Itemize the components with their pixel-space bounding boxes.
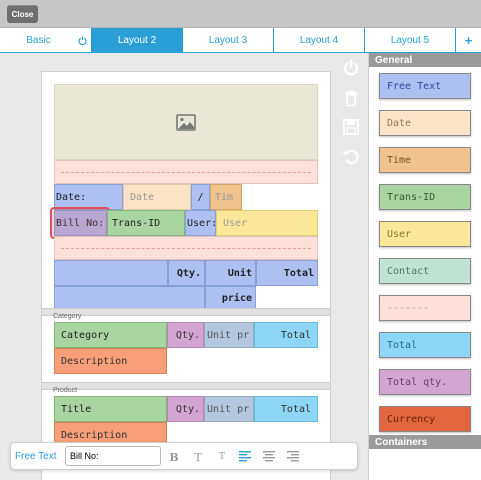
price-header[interactable]: price [205,286,256,310]
category-section-label: Category [53,313,82,320]
product-title-field[interactable]: Title [54,396,167,422]
palette-item-user[interactable]: User [379,221,471,247]
divider-line-field[interactable] [54,160,318,184]
field-type-label: Free Text [15,451,57,462]
tab-label: Basic [26,34,51,46]
close-button[interactable]: Close [7,5,38,23]
palette-item-total[interactable]: Total [379,332,471,358]
trans-id-field[interactable]: Trans-ID [107,210,185,236]
undo-icon[interactable] [342,147,360,165]
palette-item-trans-id[interactable]: Trans-ID [379,184,471,210]
align-right-icon[interactable] [287,450,299,462]
power-icon[interactable] [342,59,360,77]
product-qty-field[interactable]: Qty. [167,396,204,422]
align-center-icon[interactable] [263,450,275,462]
product-section-label: Product [53,387,78,394]
tab-label: Layout 2 [117,34,157,46]
section-separator [42,382,330,390]
logo-image-placeholder[interactable] [54,84,318,160]
palette-item-contact[interactable]: Contact [379,258,471,284]
field-palette-panel: General Free Text Date Time Trans-ID Use… [368,53,481,480]
containers-section-header: Containers [369,435,481,449]
section-separator [42,308,330,316]
add-layout-button[interactable]: + [456,28,481,52]
small-text-button[interactable]: T [215,450,229,464]
align-left-icon[interactable] [239,450,251,462]
text-format-toolbar: Free Text B T T [10,442,358,470]
palette-item-total-qty[interactable]: Total qty. [379,369,471,395]
qty-header[interactable]: Qty. [168,260,205,286]
date-field[interactable]: Date [123,184,191,210]
tab-layout-4[interactable]: Layout 4 [274,28,365,52]
time-field[interactable]: Tim [210,184,242,210]
category-unit-price-field[interactable]: Unit pr [204,322,254,348]
category-name-field[interactable]: Category [54,322,167,348]
category-qty-field[interactable]: Qty. [167,322,204,348]
bold-button[interactable]: B [167,450,181,464]
product-unit-price-field[interactable]: Unit pr [204,396,254,422]
product-total-field[interactable]: Total [254,396,318,422]
field-text-input[interactable] [65,446,161,466]
category-description-field[interactable]: Description [54,348,167,374]
dashed-line [61,171,311,173]
items-header-blank[interactable] [54,260,168,286]
tab-label: Layout 5 [390,34,430,46]
user-label[interactable]: User: [185,210,216,236]
items-header-blank[interactable] [54,286,205,310]
image-icon [176,113,196,131]
tab-basic[interactable]: Basic [0,28,92,52]
total-header[interactable]: Total [256,260,318,286]
palette-item-currency[interactable]: Currency [379,406,471,432]
palette-item-divider[interactable]: ------- [379,295,471,321]
power-icon [78,36,87,45]
palette-item-time[interactable]: Time [379,147,471,173]
palette-item-date[interactable]: Date [379,110,471,136]
tab-layout-2[interactable]: Layout 2 [92,28,183,52]
general-section-header: General [369,53,481,67]
tab-layout-3[interactable]: Layout 3 [183,28,274,52]
dashed-line [61,247,311,249]
tab-label: Layout 4 [299,34,339,46]
tab-layout-5[interactable]: Layout 5 [365,28,456,52]
receipt-canvas: Date: Date / Tim Bill No: Trans-ID User:… [41,71,331,480]
selection-highlight [50,207,110,239]
unit-header[interactable]: Unit [205,260,256,286]
divider-line-field[interactable] [54,236,318,260]
save-icon[interactable] [342,118,360,136]
date-time-separator[interactable]: / [191,184,210,210]
tab-label: Layout 3 [208,34,248,46]
palette-item-free-text[interactable]: Free Text [379,73,471,99]
layout-tabs: Basic Layout 2 Layout 3 Layout 4 Layout … [0,28,481,53]
user-field[interactable]: User [216,210,318,236]
category-total-field[interactable]: Total [254,322,318,348]
normal-text-button[interactable]: T [191,450,205,464]
trash-icon[interactable] [342,89,360,107]
top-bar: Close [0,0,481,28]
